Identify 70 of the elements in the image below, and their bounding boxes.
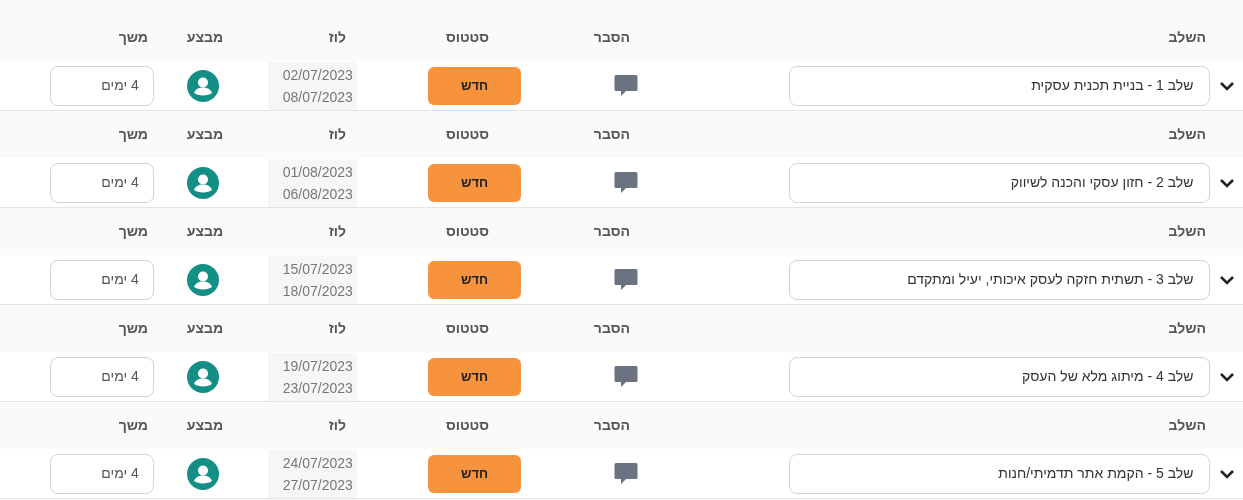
stage-field[interactable]: שלב 1 - בניית תכנית עסקית <box>788 65 1211 106</box>
duration-field[interactable]: 4 ימים <box>50 356 154 397</box>
comment-icon[interactable] <box>613 462 638 485</box>
stage-field[interactable]: שלב 5 - הקמת אתר תדמיתי/חנות <box>788 453 1211 494</box>
comment-icon[interactable] <box>613 74 638 97</box>
column-header: מבצע <box>186 319 224 338</box>
duration-field[interactable]: 4 ימים <box>50 162 154 203</box>
column-header: הסבר <box>593 319 630 338</box>
column-header: משך <box>118 416 148 435</box>
column-header: סטטוס <box>445 125 489 144</box>
column-header: לוז <box>328 28 346 47</box>
end-date: 27/07/2023 <box>282 475 353 495</box>
column-header: סטטוס <box>445 222 489 241</box>
stage-field[interactable]: שלב 2 - חזון עסקי והכנה לשיווק <box>788 162 1211 203</box>
user-avatar-icon <box>187 69 220 102</box>
chevron-down-icon[interactable] <box>1218 176 1235 189</box>
column-header: הסבר <box>593 222 630 241</box>
column-header: מבצע <box>186 416 224 435</box>
column-header: מבצע <box>186 125 224 144</box>
column-header: השלב <box>1168 125 1206 144</box>
comment-icon[interactable] <box>613 365 638 388</box>
user-avatar-icon <box>187 457 220 490</box>
column-header: משך <box>118 125 148 144</box>
status-button[interactable]: חדש <box>428 66 522 105</box>
duration-field[interactable]: 4 ימים <box>50 65 154 106</box>
user-avatar-icon <box>187 166 220 199</box>
chevron-down-icon[interactable] <box>1218 273 1235 286</box>
start-date: 01/08/2023 <box>282 162 353 182</box>
column-header: הסבר <box>593 416 630 435</box>
chevron-down-icon[interactable] <box>1218 370 1235 383</box>
status-button[interactable]: חדש <box>428 357 522 396</box>
end-date: 18/07/2023 <box>282 281 353 301</box>
start-date: 15/07/2023 <box>282 259 353 279</box>
end-date: 08/07/2023 <box>282 87 353 107</box>
status-button[interactable]: חדש <box>428 163 522 202</box>
start-date: 02/07/2023 <box>282 65 353 85</box>
column-header: הסבר <box>593 28 630 47</box>
column-header: לוז <box>328 125 346 144</box>
end-date: 23/07/2023 <box>282 378 353 398</box>
column-header: סטטוס <box>445 416 489 435</box>
column-header: השלב <box>1168 28 1206 47</box>
column-header: סטטוס <box>445 28 489 47</box>
column-header: השלב <box>1168 416 1206 435</box>
start-date: 19/07/2023 <box>282 356 353 376</box>
column-header: הסבר <box>593 125 630 144</box>
column-header: השלב <box>1168 222 1206 241</box>
stage-field[interactable]: שלב 3 - תשתית חזקה לעסק איכותי, יעיל ומתקדם <box>788 259 1211 300</box>
column-header: משך <box>118 319 148 338</box>
status-button[interactable]: חדש <box>428 260 522 299</box>
status-button[interactable]: חדש <box>428 454 522 493</box>
comment-icon[interactable] <box>613 268 638 291</box>
column-header: מבצע <box>186 222 224 241</box>
column-header: משך <box>118 28 148 47</box>
column-header: לוז <box>328 319 346 338</box>
end-date: 06/08/2023 <box>282 184 353 204</box>
start-date: 24/07/2023 <box>282 453 353 473</box>
column-header: לוז <box>328 222 346 241</box>
column-header: סטטוס <box>445 319 489 338</box>
chevron-down-icon[interactable] <box>1218 79 1235 92</box>
column-header: משך <box>118 222 148 241</box>
chevron-down-icon[interactable] <box>1218 467 1235 480</box>
user-avatar-icon <box>187 360 220 393</box>
column-header: מבצע <box>186 28 224 47</box>
column-header: לוז <box>328 416 346 435</box>
stage-field[interactable]: שלב 4 - מיתוג מלא של העסק <box>788 356 1211 397</box>
user-avatar-icon <box>187 263 220 296</box>
column-header: השלב <box>1168 319 1206 338</box>
comment-icon[interactable] <box>613 171 638 194</box>
duration-field[interactable]: 4 ימים <box>50 453 154 494</box>
duration-field[interactable]: 4 ימים <box>50 259 154 300</box>
